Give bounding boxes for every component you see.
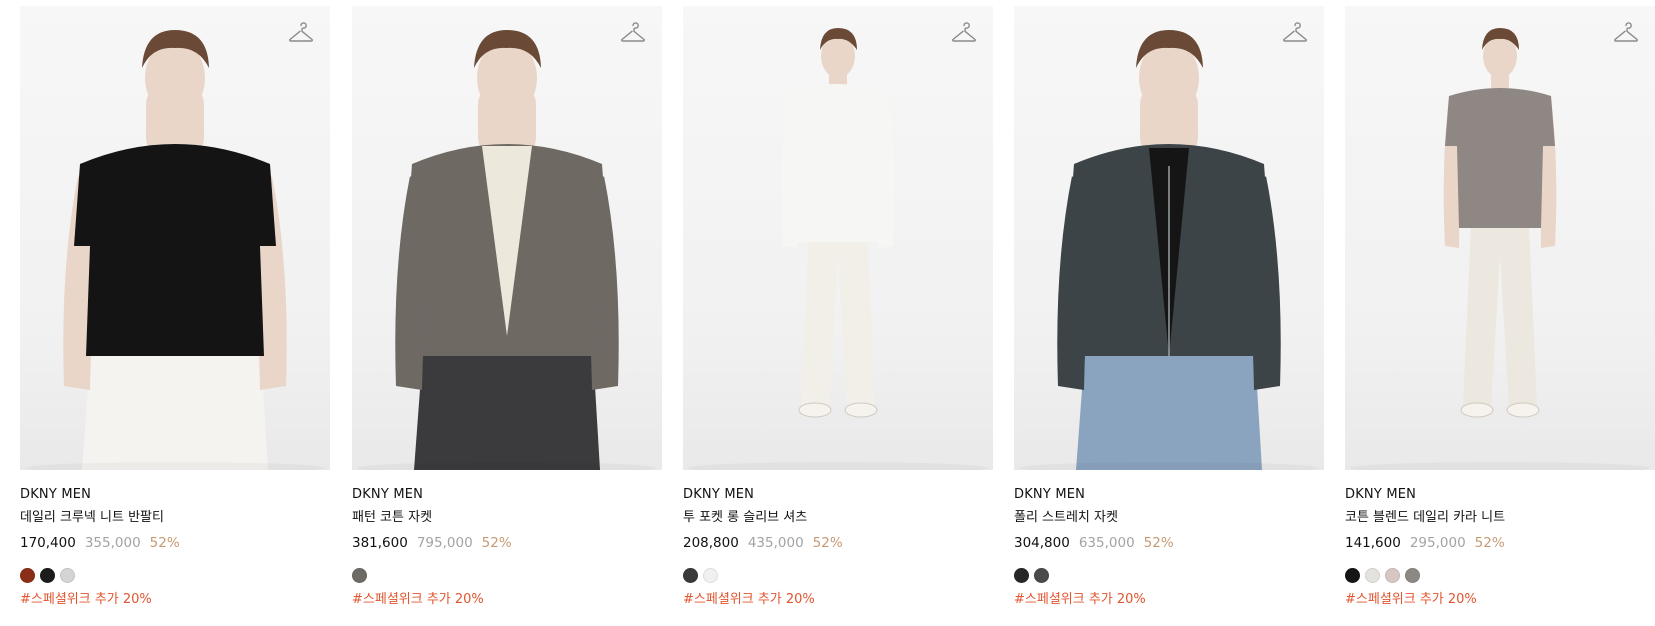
promo-tag[interactable]: #스페셜위크 추가 20% xyxy=(683,591,993,609)
model-right-shoe xyxy=(844,402,878,418)
discount-rate: 52% xyxy=(149,535,180,551)
model-pants xyxy=(82,336,268,470)
model-pants xyxy=(1076,336,1262,470)
original-price: 795,000 xyxy=(416,535,473,551)
color-swatches xyxy=(352,568,662,583)
sale-price: 141,600 xyxy=(1345,535,1401,551)
color-swatches xyxy=(1345,568,1655,583)
promo-tag[interactable]: #스페셜위크 추가 20% xyxy=(352,591,662,609)
model-right-shoe xyxy=(1506,402,1540,418)
model-photo xyxy=(1019,30,1319,470)
product-name[interactable]: 패턴 코튼 자켓 xyxy=(352,509,662,527)
color-swatch[interactable] xyxy=(1365,568,1380,583)
original-price: 295,000 xyxy=(1409,535,1466,551)
model-pants xyxy=(801,226,875,408)
color-swatch[interactable] xyxy=(60,568,75,583)
color-swatches xyxy=(1014,568,1324,583)
floor-shadow xyxy=(688,462,988,470)
original-price: 355,000 xyxy=(84,535,141,551)
model-top xyxy=(783,84,893,242)
model-photo xyxy=(25,30,325,470)
product-card[interactable]: DKNY MEN 패턴 코튼 자켓 381,600 795,000 52% #스… xyxy=(352,6,662,609)
model-top xyxy=(1445,88,1555,228)
brand-name: DKNY MEN xyxy=(1345,487,1417,502)
color-swatch[interactable] xyxy=(40,568,55,583)
promo-tag[interactable]: #스페셜위크 추가 20% xyxy=(1345,591,1655,609)
original-price: 635,000 xyxy=(1078,535,1135,551)
model-pants xyxy=(414,336,600,470)
model-photo xyxy=(688,28,988,470)
discount-rate: 52% xyxy=(481,535,512,551)
sale-price: 381,600 xyxy=(352,535,408,551)
color-swatch[interactable] xyxy=(20,568,35,583)
brand-name: DKNY MEN xyxy=(352,487,424,502)
hanger-icon[interactable] xyxy=(951,22,977,48)
discount-rate: 52% xyxy=(1474,535,1505,551)
hanger-icon[interactable] xyxy=(288,22,314,48)
color-swatches xyxy=(20,568,330,583)
price-row: 381,600 795,000 52% xyxy=(352,534,662,552)
model-left-shoe xyxy=(798,402,832,418)
hanger-icon[interactable] xyxy=(1613,22,1639,48)
color-swatch[interactable] xyxy=(1014,568,1029,583)
color-swatch[interactable] xyxy=(703,568,718,583)
original-price: 435,000 xyxy=(747,535,804,551)
sale-price: 208,800 xyxy=(683,535,739,551)
price-row: 170,400 355,000 52% xyxy=(20,534,330,552)
discount-rate: 52% xyxy=(812,535,843,551)
promo-tag[interactable]: #스페셜위크 추가 20% xyxy=(1014,591,1324,609)
color-swatch[interactable] xyxy=(1405,568,1420,583)
product-image[interactable] xyxy=(683,6,993,470)
color-swatch[interactable] xyxy=(1345,568,1360,583)
floor-shadow xyxy=(1019,462,1319,470)
floor-shadow xyxy=(25,462,325,470)
product-card[interactable]: DKNY MEN 코튼 블렌드 데일리 카라 니트 141,600 295,00… xyxy=(1345,6,1655,609)
color-swatch[interactable] xyxy=(1385,568,1400,583)
brand-name: DKNY MEN xyxy=(683,487,755,502)
discount-rate: 52% xyxy=(1143,535,1174,551)
product-name[interactable]: 투 포켓 롱 슬리브 셔츠 xyxy=(683,509,993,527)
hanger-icon[interactable] xyxy=(620,22,646,48)
brand-name: DKNY MEN xyxy=(20,487,92,502)
floor-shadow xyxy=(357,462,657,470)
product-card[interactable]: DKNY MEN 데일리 크루넥 니트 반팔티 170,400 355,000 … xyxy=(20,6,330,609)
hanger-icon[interactable] xyxy=(1282,22,1308,48)
product-image[interactable] xyxy=(352,6,662,470)
brand-name: DKNY MEN xyxy=(1014,487,1086,502)
product-card[interactable]: DKNY MEN 폴리 스트레치 자켓 304,800 635,000 52% … xyxy=(1014,6,1324,609)
model-left-shoe xyxy=(1460,402,1494,418)
product-name[interactable]: 데일리 크루넥 니트 반팔티 xyxy=(20,509,330,527)
sale-price: 304,800 xyxy=(1014,535,1070,551)
model-pants xyxy=(1463,226,1537,408)
floor-shadow xyxy=(1350,462,1650,470)
model-top xyxy=(74,144,276,356)
promo-tag[interactable]: #스페셜위크 추가 20% xyxy=(20,591,330,609)
model-photo xyxy=(1350,28,1650,470)
product-card[interactable]: DKNY MEN 투 포켓 롱 슬리브 셔츠 208,800 435,000 5… xyxy=(683,6,993,609)
price-row: 304,800 635,000 52% xyxy=(1014,534,1324,552)
sale-price: 170,400 xyxy=(20,535,76,551)
product-name[interactable]: 코튼 블렌드 데일리 카라 니트 xyxy=(1345,509,1655,527)
color-swatches xyxy=(683,568,993,583)
color-swatch[interactable] xyxy=(352,568,367,583)
product-grid: DKNY MEN 데일리 크루넥 니트 반팔티 170,400 355,000 … xyxy=(0,0,1655,626)
color-swatch[interactable] xyxy=(1034,568,1049,583)
product-image[interactable] xyxy=(1014,6,1324,470)
price-row: 208,800 435,000 52% xyxy=(683,534,993,552)
color-swatch[interactable] xyxy=(683,568,698,583)
price-row: 141,600 295,000 52% xyxy=(1345,534,1655,552)
product-name[interactable]: 폴리 스트레치 자켓 xyxy=(1014,509,1324,527)
model-neck xyxy=(1491,72,1509,88)
product-image[interactable] xyxy=(1345,6,1655,470)
product-image[interactable] xyxy=(20,6,330,470)
model-photo xyxy=(357,30,657,470)
